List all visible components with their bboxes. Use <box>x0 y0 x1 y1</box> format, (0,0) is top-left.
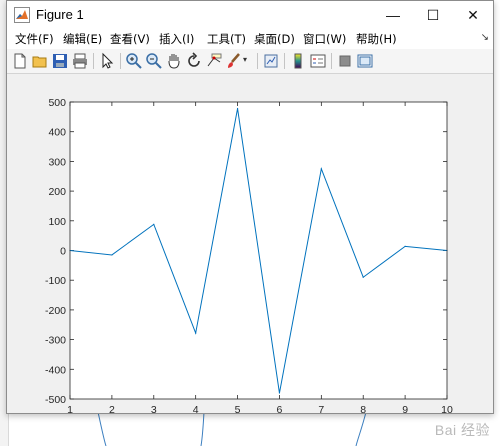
zoom-in-icon[interactable] <box>125 52 143 70</box>
menu-edit[interactable]: 编辑(E) <box>63 31 102 47</box>
y-tick-label: 100 <box>48 216 66 228</box>
data-point <box>153 223 155 225</box>
close-icon: ✕ <box>467 6 479 23</box>
open-file-icon[interactable] <box>31 52 49 70</box>
toolbar-separator <box>331 53 332 69</box>
pan-hand-icon[interactable] <box>165 52 183 70</box>
x-tick-label: 9 <box>402 404 408 413</box>
insert-legend-icon[interactable] <box>309 52 327 70</box>
toolbar-separator <box>93 53 94 69</box>
brush-dropdown-icon[interactable]: ▾ <box>243 55 251 73</box>
data-cursor-icon[interactable] <box>205 52 223 70</box>
y-tick-label: 0 <box>60 246 66 258</box>
new-figure-icon[interactable] <box>11 52 29 70</box>
x-tick-label: 6 <box>277 404 283 413</box>
menu-view[interactable]: 查看(V) <box>110 31 150 47</box>
x-tick-label: 7 <box>318 404 324 413</box>
y-tick-label: -500 <box>45 394 66 406</box>
zoom-out-icon[interactable] <box>145 52 163 70</box>
data-point <box>404 245 406 247</box>
x-tick-label: 5 <box>235 404 241 413</box>
data-point <box>320 168 322 170</box>
toolbar-separator <box>284 53 285 69</box>
axes[interactable]: 500 400 300 200 100 0 -100 -200 -300 -400 -5001 2 3 4… <box>7 74 493 413</box>
menu-tools[interactable]: 工具(T) <box>207 31 246 47</box>
window-title: Figure 1 <box>36 7 84 22</box>
y-tick-label: -400 <box>45 364 66 376</box>
data-point <box>195 332 197 334</box>
menu-help[interactable]: 帮助(H) <box>356 31 397 47</box>
brush-icon[interactable] <box>225 52 243 70</box>
x-tick-label: 4 <box>193 404 199 413</box>
hide-plot-tools-icon[interactable] <box>336 52 354 70</box>
y-tick-label: -200 <box>45 305 66 317</box>
minimize-icon: — <box>386 7 400 23</box>
menu-desktop[interactable]: 桌面(D) <box>254 31 295 47</box>
minimize-button[interactable]: — <box>373 1 413 29</box>
show-plot-tools-icon[interactable] <box>356 52 374 70</box>
toolbar-separator <box>120 53 121 69</box>
rotate-3d-icon[interactable] <box>185 52 203 70</box>
figure-window: Figure 1 — ☐ ✕ 文件(F) 编辑(E) 查看(V) 插入(I) 工… <box>6 0 494 414</box>
print-icon[interactable] <box>71 52 89 70</box>
y-tick-label: 300 <box>48 156 66 168</box>
menu-insert[interactable]: 插入(I) <box>159 31 194 47</box>
y-tick-label: -300 <box>45 335 66 347</box>
menu-overflow-arrow-icon[interactable]: ↘ <box>481 32 489 43</box>
close-button[interactable]: ✕ <box>453 1 493 29</box>
insert-colorbar-icon[interactable] <box>289 52 307 70</box>
y-tick-label: -100 <box>45 275 66 287</box>
x-tick-label: 2 <box>109 404 115 413</box>
watermark: Bai 经验 <box>434 422 490 438</box>
y-tick-label: 200 <box>48 186 66 198</box>
x-tick-label: 1 <box>67 404 73 413</box>
menu-window[interactable]: 窗口(W) <box>303 31 346 47</box>
x-tick-label: 10 <box>441 404 453 413</box>
maximize-button[interactable]: ☐ <box>413 1 453 29</box>
matlab-logo-icon <box>14 7 30 23</box>
maximize-icon: ☐ <box>426 6 440 23</box>
menu-bar: 文件(F) 编辑(E) 查看(V) 插入(I) 工具(T) 桌面(D) 窗口(W… <box>7 29 493 49</box>
y-tick-label: 400 <box>48 127 66 139</box>
link-plot-icon[interactable] <box>262 52 280 70</box>
figure-toolbar: ▾ <box>7 49 493 74</box>
data-point <box>278 392 281 394</box>
save-icon[interactable] <box>51 52 69 70</box>
data-point <box>236 107 239 110</box>
x-tick-label: 8 <box>360 404 366 413</box>
data-point <box>362 276 364 278</box>
figure-canvas[interactable]: 500 400 300 200 100 0 -100 -200 -300 -400 -500 1 2 3 4… <box>7 74 493 413</box>
title-bar[interactable]: Figure 1 — ☐ ✕ <box>7 1 493 29</box>
toolbar-separator <box>257 53 258 69</box>
data-point <box>111 254 113 256</box>
x-tick-label: 3 <box>151 404 157 413</box>
menu-file[interactable]: 文件(F) <box>15 31 54 47</box>
y-tick-label: 500 <box>48 97 66 109</box>
edit-plot-arrow-icon[interactable] <box>98 52 116 70</box>
